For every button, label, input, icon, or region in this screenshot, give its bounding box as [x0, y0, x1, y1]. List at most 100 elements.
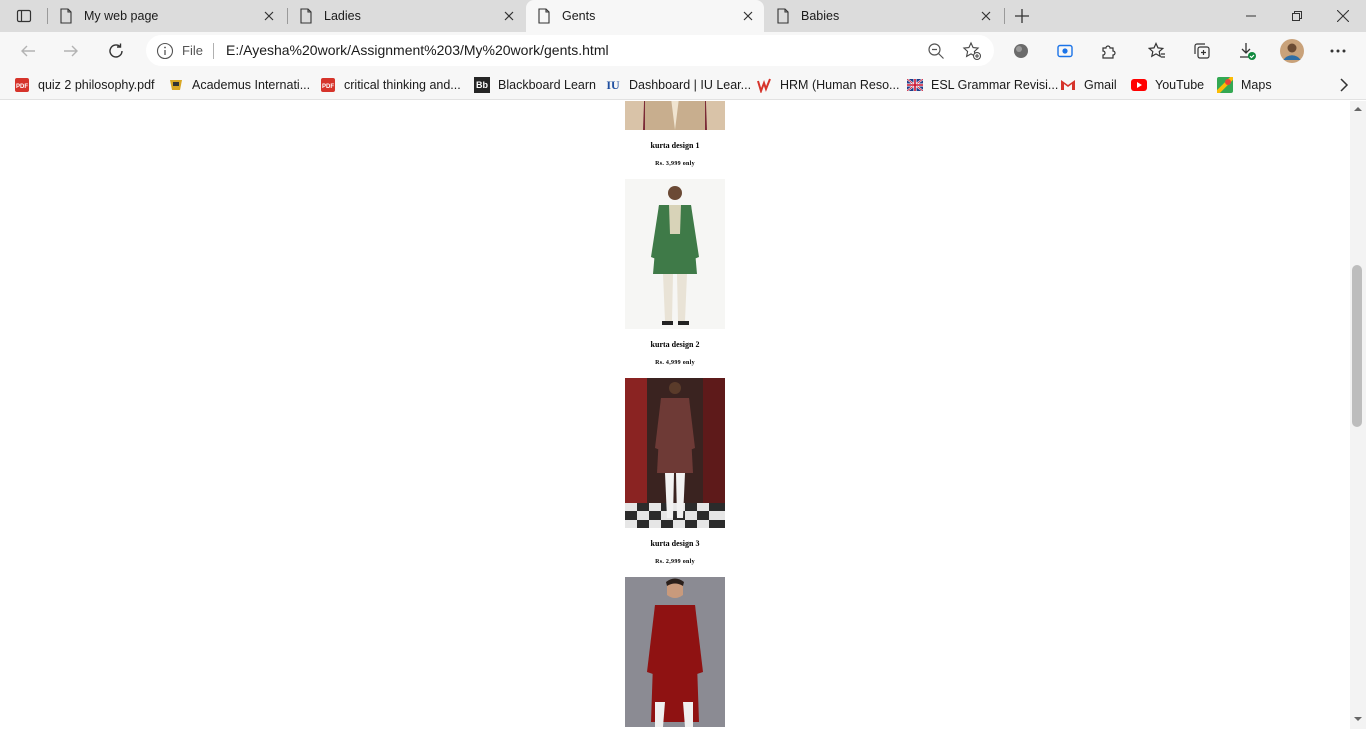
- url-text[interactable]: E:/Ayesha%20work/Assignment%203/My%20wor…: [226, 42, 609, 58]
- tab-title: Gents: [562, 9, 596, 23]
- tab-ladies[interactable]: Ladies: [288, 0, 525, 32]
- page-icon: [58, 8, 74, 24]
- add-favorite-icon[interactable]: [962, 41, 982, 61]
- extension-button[interactable]: [1005, 35, 1037, 67]
- product-name: kurta design 2: [650, 340, 700, 349]
- back-button[interactable]: [12, 35, 44, 67]
- bookmark-label: quiz 2 philosophy.pdf: [38, 78, 155, 92]
- iu-icon: IU: [606, 77, 620, 92]
- product-image: [625, 179, 725, 329]
- youtube-icon: [1131, 77, 1147, 93]
- bookmark-label: Academus Internati...: [192, 78, 311, 92]
- bookmark-label: Maps: [1241, 78, 1272, 92]
- tab-title: Babies: [801, 9, 840, 23]
- bookmark-item[interactable]: Gmail: [1060, 76, 1117, 94]
- scrollbar-thumb[interactable]: [1352, 265, 1362, 427]
- gmail-icon: [1060, 77, 1076, 93]
- minimize-icon: [1246, 15, 1256, 17]
- page-icon: [775, 8, 791, 24]
- tab-title: My web page: [84, 9, 159, 23]
- screen-capture-button[interactable]: [1049, 35, 1081, 67]
- bookmark-item[interactable]: IU Dashboard | IU Lear...: [605, 76, 751, 94]
- bookmark-label: HRM (Human Reso...: [780, 78, 900, 92]
- page-icon: [298, 8, 314, 24]
- vertical-scrollbar[interactable]: [1350, 101, 1366, 729]
- favorites-star-icon: [1148, 42, 1165, 58]
- pdf-icon: PDF: [14, 77, 30, 93]
- bookmark-item[interactable]: Academus Internati...: [168, 76, 310, 94]
- product-price: Rs. 3,999 only: [655, 161, 695, 167]
- close-icon[interactable]: [261, 8, 277, 24]
- maps-icon: [1217, 77, 1233, 93]
- scroll-up-icon[interactable]: [1354, 105, 1362, 113]
- plus-icon: [1015, 9, 1029, 23]
- bookmark-label: ESL Grammar Revisi...: [931, 78, 1059, 92]
- bookmark-item[interactable]: ESL Grammar Revisi...: [907, 76, 1058, 94]
- settings-menu-button[interactable]: [1322, 35, 1354, 67]
- refresh-button[interactable]: [100, 35, 132, 67]
- arrow-right-icon: [64, 45, 78, 57]
- page-icon: [536, 8, 552, 24]
- academus-icon: [168, 77, 184, 93]
- tab-actions-button[interactable]: [6, 4, 42, 28]
- tab-babies[interactable]: Babies: [765, 0, 1002, 32]
- refresh-icon: [109, 43, 123, 58]
- scroll-down-icon[interactable]: [1354, 715, 1362, 723]
- svg-text:PDF: PDF: [16, 84, 28, 90]
- tab-title: Ladies: [324, 9, 361, 23]
- info-icon[interactable]: [156, 42, 174, 60]
- close-icon: [1337, 10, 1349, 22]
- camera-icon: [1057, 44, 1073, 58]
- tab-actions-icon: [16, 9, 32, 23]
- download-icon: [1240, 43, 1256, 60]
- restore-icon: [1292, 11, 1302, 21]
- blackboard-icon: Bb: [474, 77, 490, 93]
- product-price: Rs. 2,999 only: [655, 559, 695, 565]
- hrm-icon: [756, 77, 772, 93]
- svg-text:PDF: PDF: [322, 84, 334, 90]
- tab-my-web-page[interactable]: My web page: [48, 0, 285, 32]
- close-icon[interactable]: [978, 8, 994, 24]
- bookmarks-bar: PDF quiz 2 philosophy.pdf Academus Inter…: [0, 70, 1366, 100]
- close-icon[interactable]: [740, 8, 756, 24]
- bookmark-item[interactable]: Bb Blackboard Learn: [474, 76, 596, 94]
- toolbar: File E:/Ayesha%20work/Assignment%203/My%…: [0, 32, 1366, 70]
- bookmark-item[interactable]: HRM (Human Reso...: [756, 76, 899, 94]
- arrow-left-icon: [21, 45, 35, 57]
- avatar: [1280, 39, 1304, 63]
- bookmark-label: YouTube: [1155, 78, 1205, 92]
- downloads-button[interactable]: [1231, 35, 1263, 67]
- close-icon[interactable]: [501, 8, 517, 24]
- minimize-button[interactable]: [1228, 0, 1274, 32]
- product-image: [625, 101, 725, 130]
- chevron-right-icon[interactable]: [1336, 76, 1352, 94]
- profile-button[interactable]: [1276, 35, 1308, 67]
- zoom-out-icon[interactable]: [926, 41, 946, 61]
- product-image: [625, 577, 725, 727]
- forward-button[interactable]: [55, 35, 87, 67]
- bookmark-item[interactable]: PDF critical thinking and...: [320, 76, 461, 94]
- more-icon: [1330, 49, 1346, 53]
- collections-icon: [1194, 43, 1210, 59]
- product-price: Rs. 4,999 only: [655, 360, 695, 366]
- product-image: [625, 378, 725, 528]
- address-bar[interactable]: File E:/Ayesha%20work/Assignment%203/My%…: [146, 35, 994, 66]
- bookmark-label: Dashboard | IU Lear...: [629, 78, 752, 92]
- product-name: kurta design 3: [650, 539, 700, 548]
- favorites-button[interactable]: [1141, 35, 1173, 67]
- bookmark-item[interactable]: Maps: [1217, 76, 1272, 94]
- pdf-icon: PDF: [320, 77, 336, 93]
- page-content: kurta design 1 Rs. 3,999 only kurta desi…: [0, 101, 1350, 729]
- close-window-button[interactable]: [1320, 0, 1366, 32]
- new-tab-button[interactable]: [1009, 4, 1035, 28]
- bookmark-item[interactable]: PDF quiz 2 philosophy.pdf: [14, 76, 155, 94]
- extension-circle-icon: [1014, 44, 1028, 58]
- tab-separator: [1004, 8, 1005, 24]
- bookmark-label: Gmail: [1084, 78, 1117, 92]
- bookmark-item[interactable]: YouTube: [1131, 76, 1204, 94]
- bookmark-label: Blackboard Learn: [498, 78, 596, 92]
- tab-gents[interactable]: Gents: [526, 0, 764, 32]
- collections-button[interactable]: [1186, 35, 1218, 67]
- extensions-button[interactable]: [1093, 35, 1125, 67]
- restore-button[interactable]: [1274, 0, 1320, 32]
